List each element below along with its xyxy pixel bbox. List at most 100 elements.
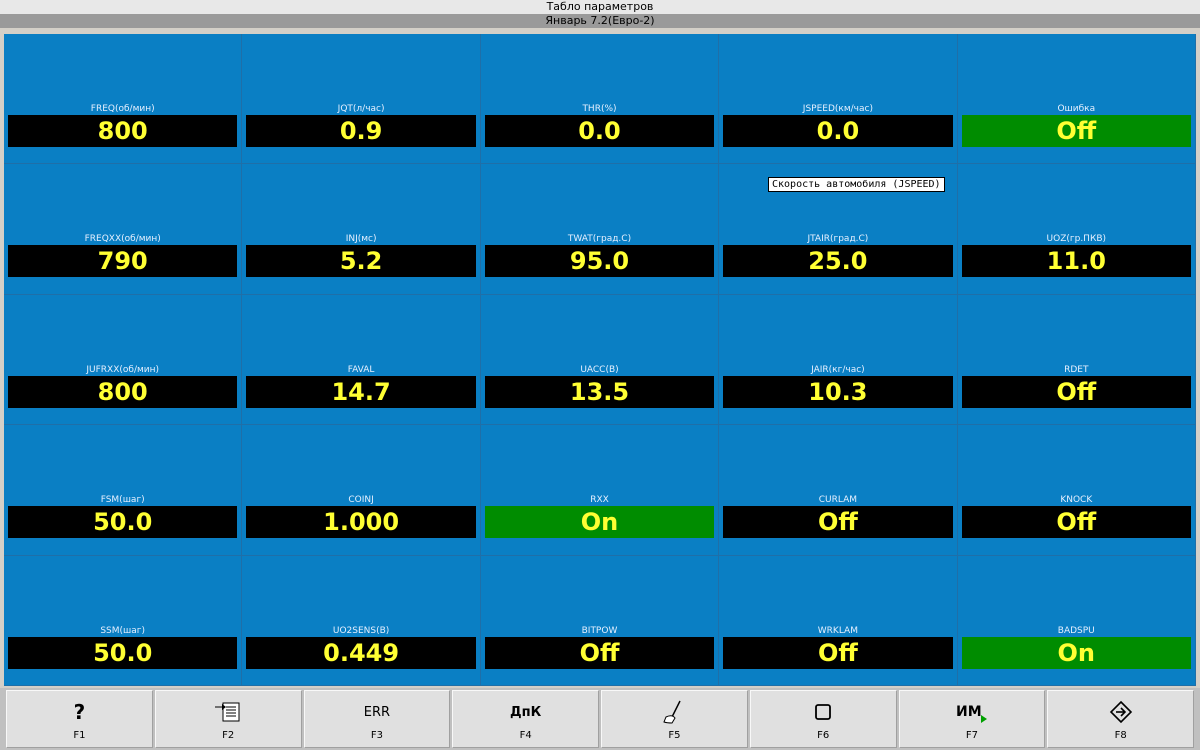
param-label: BITPOW [581, 625, 618, 636]
param-value: 13.5 [484, 375, 715, 408]
param-label: Ошибка [1057, 104, 1096, 114]
param-cell-fsm[interactable]: FSM(шаг) 50.0 [4, 425, 243, 556]
param-value: 50.0 [8, 636, 238, 669]
square-icon [751, 699, 896, 725]
param-value: Off [723, 636, 953, 669]
fkey-label: F3 [370, 730, 383, 741]
f8-exit-button[interactable]: F8 [1047, 690, 1194, 748]
param-label: COINJ [348, 495, 374, 506]
param-label: RХХ [590, 495, 609, 506]
param-cell-knock[interactable]: KNOCK Off [957, 425, 1196, 556]
param-cell-bitpow[interactable]: BITPOW Off [480, 555, 720, 686]
fkey-label: F7 [965, 730, 978, 741]
param-label: THR(%) [582, 104, 617, 114]
param-cell-faval[interactable]: FAVAL 14.7 [242, 294, 481, 426]
param-value: Off [961, 506, 1191, 539]
param-label: UO2SENS(В) [332, 625, 390, 636]
param-value: Off [484, 636, 715, 669]
param-cell-jqt[interactable]: JQT(л/час) 0.9 [242, 34, 481, 165]
param-cell-curlam[interactable]: CURLAM Off [719, 425, 958, 556]
param-value: 800 [8, 375, 238, 408]
param-cell-inj[interactable]: INJ(мс) 5.2 [242, 164, 481, 295]
param-label: KNOCK [1060, 495, 1093, 506]
im-play-icon: ИМ [900, 699, 1045, 725]
param-cell-uoz[interactable]: UOZ(гр.ПКВ) 11.0 [957, 164, 1196, 295]
param-value: 1.000 [246, 506, 476, 539]
param-value: 790 [8, 245, 238, 278]
param-label: CURLAM [818, 495, 858, 506]
fkey-label: F6 [817, 730, 830, 741]
f6-window-button[interactable]: F6 [749, 690, 897, 748]
param-cell-wrklam[interactable]: WRKLAM Off [719, 555, 958, 686]
param-label: FSM(шаг) [100, 495, 145, 506]
param-cell-rxx[interactable]: RХХ On [480, 425, 720, 556]
param-cell-badspu[interactable]: BADSPU On [957, 555, 1196, 686]
param-label: FREQ(об/мин) [90, 104, 155, 114]
param-cell-jspeed[interactable]: JSPEED(км/час) 0.0 [719, 34, 958, 165]
param-cell-thr[interactable]: THR(%) 0.0 [480, 34, 720, 165]
param-label: TWAT(град.С) [567, 234, 632, 245]
param-cell-rdet[interactable]: RDET Off [957, 294, 1196, 426]
param-label: UACC(В) [580, 364, 619, 375]
param-value: On [961, 636, 1191, 669]
parameter-panel: FREQ(об/мин) 800 JQT(л/час) 0.9 THR(%) 0… [4, 34, 1196, 686]
param-cell-jufrxx[interactable]: JUFRХХ(об/мин) 800 [4, 294, 243, 426]
param-label: BADSPU [1057, 625, 1095, 636]
help-icon: ? [73, 700, 86, 724]
param-label: JQT(л/час) [337, 104, 385, 114]
param-value: 95.0 [484, 245, 715, 278]
param-value: Off [961, 115, 1191, 147]
fkey-label: F1 [73, 730, 86, 741]
param-cell-freqxx[interactable]: FREQХХ(об/мин) 790 [4, 164, 243, 295]
param-label: UOZ(гр.ПКВ) [1046, 234, 1107, 245]
param-value: 14.7 [246, 375, 476, 408]
fkey-label: F2 [222, 730, 235, 741]
f7-im-button[interactable]: ИМ F7 [898, 690, 1046, 748]
import-list-icon [156, 699, 301, 725]
param-cell-uacc[interactable]: UACC(В) 13.5 [480, 294, 720, 426]
param-value: Off [723, 506, 953, 539]
param-cell-coinj[interactable]: COINJ 1.000 [242, 425, 481, 556]
param-value: 25.0 [723, 245, 953, 278]
f5-clear-button[interactable]: F5 [601, 690, 748, 748]
error-icon: ERR [363, 704, 391, 720]
exit-icon [1048, 699, 1193, 725]
param-label: JSPEED(км/час) [802, 104, 873, 114]
fkey-label: F5 [668, 730, 681, 741]
param-value: 0.0 [484, 115, 715, 147]
f2-import-button[interactable]: F2 [154, 690, 302, 748]
param-label: FAVAL [347, 364, 375, 375]
param-label: WRKLAM [817, 625, 858, 636]
param-value: 50.0 [8, 506, 238, 539]
param-label: INJ(мс) [345, 234, 377, 245]
parameter-grid: FREQ(об/мин) 800 JQT(л/час) 0.9 THR(%) 0… [4, 34, 1196, 686]
window-title: Табло параметров [0, 0, 1200, 14]
param-label: SSM(шаг) [100, 625, 146, 636]
dpk-icon: ДпК [510, 704, 542, 720]
param-value: 11.0 [961, 245, 1191, 278]
param-cell-error[interactable]: Ошибка Off [957, 34, 1196, 165]
param-value: 0.9 [246, 115, 476, 147]
param-value: Off [961, 375, 1191, 408]
f4-dpk-button[interactable]: ДпК F4 [452, 690, 599, 748]
brush-icon [602, 699, 747, 725]
param-value: 800 [8, 115, 238, 147]
param-value: 10.3 [723, 375, 953, 408]
window-subtitle: Январь 7.2(Евро-2) [0, 14, 1200, 28]
param-label: JUFRХХ(об/мин) [86, 364, 160, 375]
param-value: 5.2 [246, 245, 476, 278]
f1-help-button[interactable]: ? F1 [6, 690, 153, 748]
param-cell-twat[interactable]: TWAT(град.С) 95.0 [480, 164, 720, 295]
parameter-tooltip: Скорость автомобиля (JSPEED) [768, 177, 945, 192]
param-cell-uo2sens[interactable]: UO2SENS(В) 0.449 [242, 555, 481, 686]
param-label: JAIR(кг/час) [811, 364, 865, 375]
param-label: JTAIR(град.С) [807, 234, 869, 245]
param-label: FREQХХ(об/мин) [84, 234, 161, 245]
f3-errors-button[interactable]: ERR F3 [303, 690, 451, 748]
param-cell-ssm[interactable]: SSM(шаг) 50.0 [4, 555, 243, 686]
fkey-label: F4 [519, 730, 532, 741]
param-cell-freq[interactable]: FREQ(об/мин) 800 [4, 34, 243, 165]
function-key-bar: ? F1 F2 ERR F3 ДпК F4 F5 F6 ИМ F7 F8 [0, 688, 1200, 750]
param-cell-jair[interactable]: JAIR(кг/час) 10.3 [719, 294, 958, 426]
param-value: On [484, 506, 715, 539]
